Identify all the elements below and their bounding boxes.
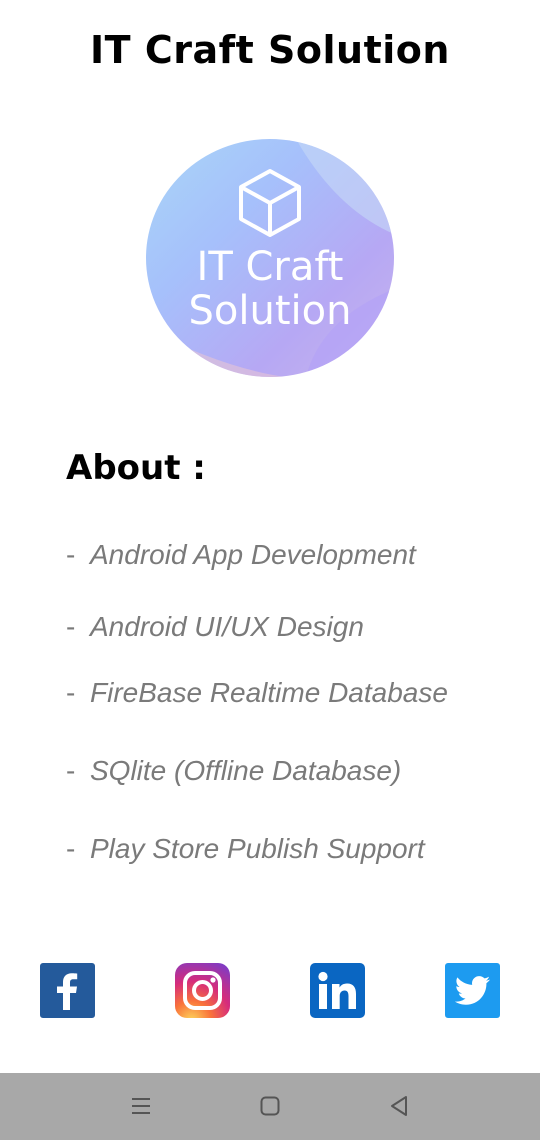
page-title: IT Craft Solution — [90, 28, 450, 72]
list-item: - SQlite (Offline Database) — [66, 755, 402, 786]
instagram-button[interactable] — [175, 963, 230, 1018]
recent-apps-button[interactable] — [126, 1091, 156, 1121]
back-button[interactable] — [384, 1091, 414, 1121]
home-icon — [260, 1096, 280, 1116]
linkedin-icon — [310, 963, 365, 1018]
linkedin-button[interactable] — [310, 963, 365, 1018]
system-nav-bar — [0, 1073, 540, 1140]
logo-text-line2: Solution — [188, 288, 352, 334]
company-logo: IT Craft Solution — [146, 139, 394, 377]
facebook-icon — [40, 963, 95, 1018]
home-button[interactable] — [255, 1091, 285, 1121]
instagram-icon — [175, 963, 230, 1018]
back-icon — [391, 1096, 407, 1116]
list-item: - Android App Development — [66, 539, 416, 570]
cube-icon — [239, 169, 301, 237]
list-item: - Android UI/UX Design — [66, 611, 364, 642]
twitter-icon — [445, 963, 500, 1018]
facebook-button[interactable] — [40, 963, 95, 1018]
list-item: - Play Store Publish Support — [66, 833, 425, 864]
screen: IT Craft Solution IT Craft Solution Abou… — [0, 0, 540, 1140]
list-item: - FireBase Realtime Database — [66, 677, 448, 708]
menu-icon — [132, 1098, 150, 1114]
twitter-button[interactable] — [445, 963, 500, 1018]
logo-text-line1: IT Craft — [196, 244, 344, 290]
about-heading: About : — [66, 448, 206, 488]
